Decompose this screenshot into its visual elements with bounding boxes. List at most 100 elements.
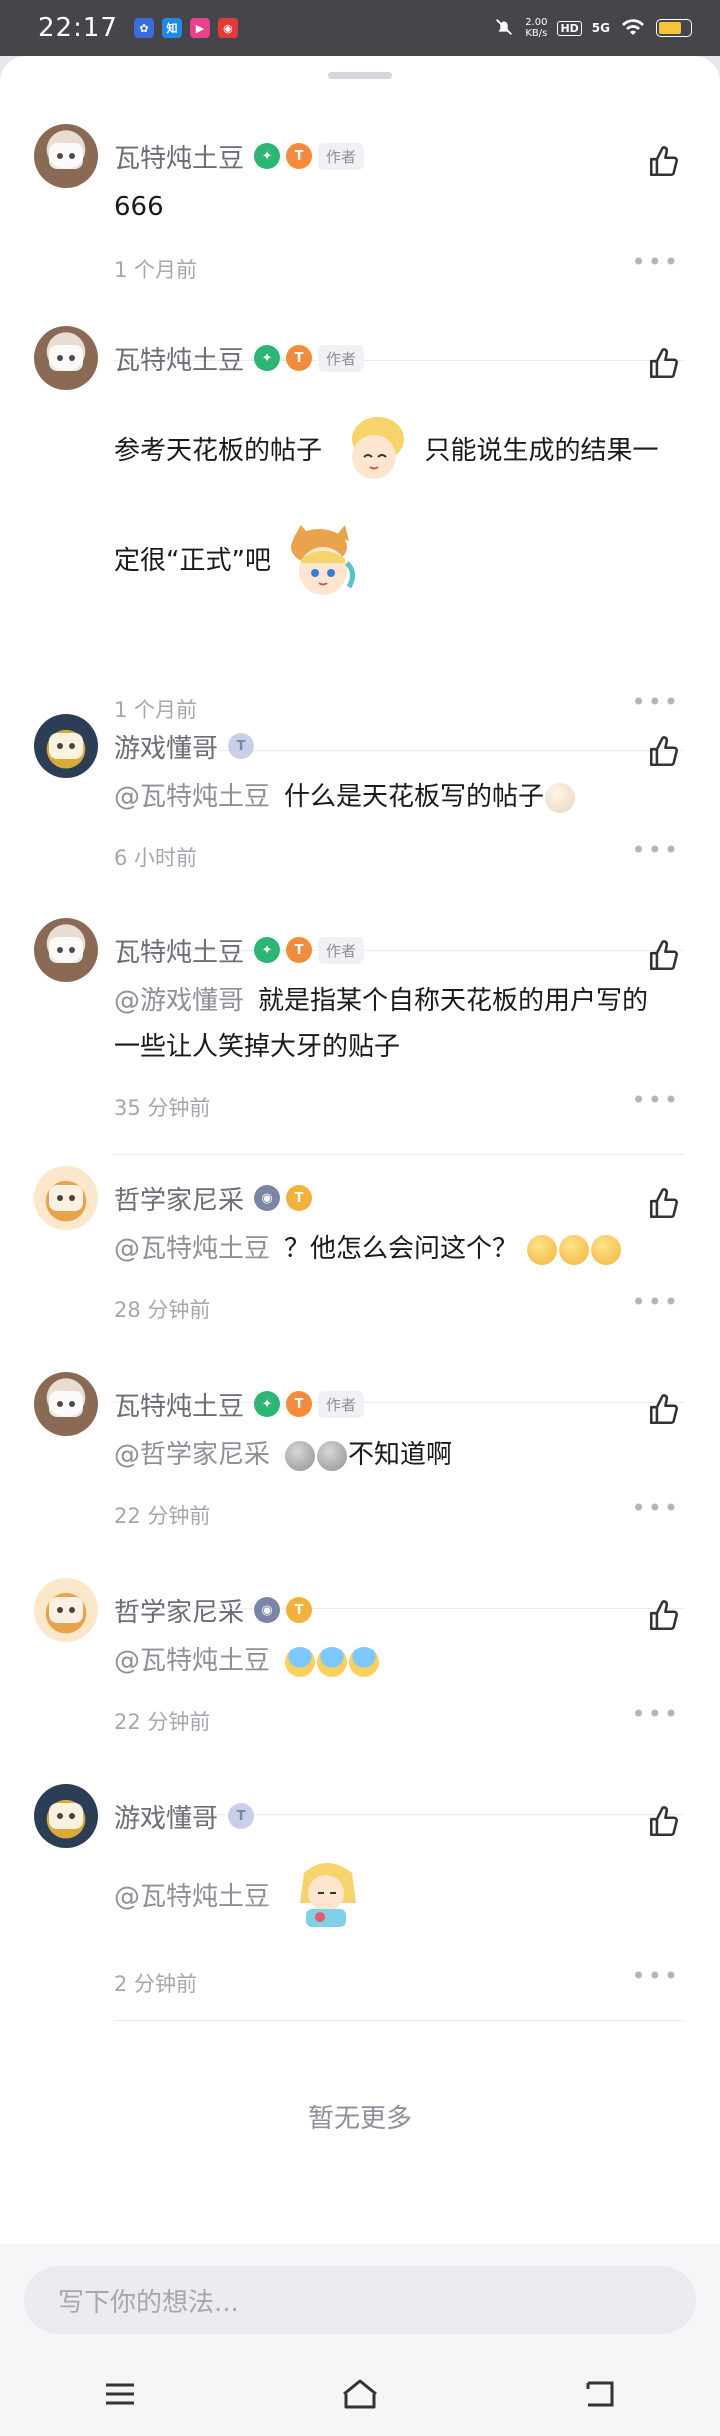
mute-icon: [493, 16, 515, 41]
screaming-emoji-icon: [349, 1646, 380, 1677]
comment-item: 游戏懂哥 T @瓦特炖土豆 什么是天花板写的帖子 6 小时前 •••: [0, 714, 720, 951]
like-button[interactable]: [644, 732, 684, 772]
shiba-girl-sticker: [279, 519, 365, 605]
comment-time: 2 分钟前: [114, 1972, 198, 1996]
like-button[interactable]: [644, 1802, 684, 1842]
thumbs-up-icon: [649, 1188, 679, 1219]
author-tag: 作者: [318, 142, 365, 170]
comment-time: 6 小时前: [114, 846, 198, 870]
home-button[interactable]: [330, 2374, 390, 2414]
username[interactable]: 瓦特炖土豆: [114, 340, 244, 377]
gamepad-badge-icon: ◉: [254, 1597, 281, 1623]
back-button[interactable]: [570, 2374, 630, 2414]
avatar[interactable]: [34, 326, 98, 390]
comment-item: 瓦特炖土豆 ✦ T 作者 @游戏懂哥 就是指某个自称天花板的用户写的 一些让人笑掉…: [0, 918, 720, 1155]
member-badge-icon: ✦: [254, 1391, 281, 1417]
avatar[interactable]: [34, 918, 98, 982]
comment-text: @哲学家尼采 不知道啊: [114, 1440, 453, 1471]
back-icon: [586, 2381, 614, 2407]
member-badge-icon: ✦: [254, 345, 281, 371]
comment-item: 哲学家尼采 ◉ T @瓦特炖土豆 ？他怎么会问这个？ 28 分钟前 •••: [0, 1166, 720, 1403]
mention[interactable]: @游戏懂哥: [114, 986, 244, 1016]
more-options-button[interactable]: •••: [632, 1700, 680, 1728]
wifi-icon: [620, 17, 646, 40]
like-button[interactable]: [644, 1184, 684, 1224]
more-options-button[interactable]: •••: [632, 1086, 680, 1114]
comment-input[interactable]: 写下你的想法...: [24, 2266, 696, 2334]
thumbs-up-icon: [649, 736, 679, 767]
mention[interactable]: @瓦特炖土豆: [114, 1882, 270, 1912]
comment-input-bar: 写下你的想法...: [0, 2244, 720, 2436]
comment-text: @瓦特炖土豆: [114, 1852, 370, 1942]
comment-item: 瓦特炖土豆 ✦ T 作者 666 1 个月前 •••: [0, 124, 720, 361]
level-badge-icon: T: [286, 345, 313, 371]
comment-text: @瓦特炖土豆: [114, 1638, 380, 1684]
hd-icon: HD: [557, 20, 582, 36]
level-badge-icon: T: [228, 733, 255, 759]
level-badge-icon: T: [286, 937, 313, 963]
like-button[interactable]: [644, 344, 684, 384]
username[interactable]: 哲学家尼采: [114, 1180, 244, 1217]
network-speed: 2.00 KB/s: [525, 17, 548, 39]
anime-girl-gaming-sticker: [284, 1855, 370, 1941]
zhihu-app-icon: 知: [161, 18, 182, 38]
like-button[interactable]: [644, 1390, 684, 1430]
comment-item: 瓦特炖土豆 ✦ T 作者 @哲学家尼采 不知道啊 22 分钟前 •••: [0, 1372, 720, 1609]
menu-button[interactable]: [90, 2374, 150, 2414]
comment-item: 游戏懂哥 T @瓦特炖土豆 2 分钟前 •••: [0, 1784, 720, 2044]
author-tag: 作者: [318, 344, 365, 372]
menu-icon: [106, 2383, 134, 2405]
username[interactable]: 哲学家尼采: [114, 1592, 244, 1629]
comment-text: @游戏懂哥 就是指某个自称天花板的用户写的 一些让人笑掉大牙的贴子: [114, 986, 649, 1062]
avatar[interactable]: [34, 1372, 98, 1436]
system-navbar: [0, 2368, 720, 2420]
username[interactable]: 瓦特炖土豆: [114, 1386, 244, 1423]
gamepad-badge-icon: ◉: [254, 1185, 281, 1211]
comment-time: 22 分钟前: [114, 1710, 211, 1734]
signal-icon: 5G: [591, 21, 610, 35]
username[interactable]: 瓦特炖土豆: [114, 932, 244, 969]
mention[interactable]: @哲学家尼采: [114, 1440, 270, 1470]
more-options-button[interactable]: •••: [632, 248, 680, 276]
divider: [114, 2020, 684, 2021]
smirk-emoji-icon: [545, 782, 576, 813]
thumbs-up-icon: [649, 940, 679, 971]
more-options-button[interactable]: •••: [632, 836, 680, 864]
comment-time: 28 分钟前: [114, 1298, 211, 1322]
like-button[interactable]: [644, 142, 684, 182]
baidu-app-icon: ✿: [133, 18, 154, 38]
username[interactable]: 游戏懂哥: [114, 1798, 218, 1835]
more-options-button[interactable]: •••: [632, 1288, 680, 1316]
mention[interactable]: @瓦特炖土豆: [114, 1234, 270, 1264]
shocked-emoji-icon: [317, 1440, 348, 1471]
mention[interactable]: @瓦特炖土豆: [114, 782, 270, 812]
more-options-button[interactable]: •••: [632, 1962, 680, 1990]
thinking-emoji-icon: [591, 1234, 622, 1265]
thumbs-up-icon: [649, 1600, 679, 1631]
level-badge-icon: T: [286, 1185, 313, 1211]
mention[interactable]: @瓦特炖土豆: [114, 1646, 270, 1676]
more-options-button[interactable]: •••: [632, 688, 680, 716]
username[interactable]: 游戏懂哥: [114, 728, 218, 765]
video-app-icon: ▶: [189, 18, 210, 38]
like-button[interactable]: [644, 1596, 684, 1636]
avatar[interactable]: [34, 1578, 98, 1642]
thinking-emoji-icon: [527, 1234, 558, 1265]
frustrated-emoji-icon: [559, 1234, 590, 1265]
news-app-icon: ◉: [217, 18, 238, 38]
avatar[interactable]: [34, 1166, 98, 1230]
username[interactable]: 瓦特炖土豆: [114, 138, 244, 175]
avatar[interactable]: [34, 124, 98, 188]
like-button[interactable]: [644, 936, 684, 976]
comment-time: 35 分钟前: [114, 1096, 211, 1120]
comment-text: 666: [114, 192, 164, 222]
avatar[interactable]: [34, 1784, 98, 1848]
thumbs-up-icon: [649, 1394, 679, 1425]
avatar[interactable]: [34, 714, 98, 778]
more-options-button[interactable]: •••: [632, 1494, 680, 1522]
level-badge-icon: T: [286, 1391, 313, 1417]
author-tag: 作者: [318, 936, 365, 964]
drag-handle[interactable]: [328, 72, 392, 79]
author-tag: 作者: [318, 1390, 365, 1418]
divider: [114, 1154, 684, 1155]
